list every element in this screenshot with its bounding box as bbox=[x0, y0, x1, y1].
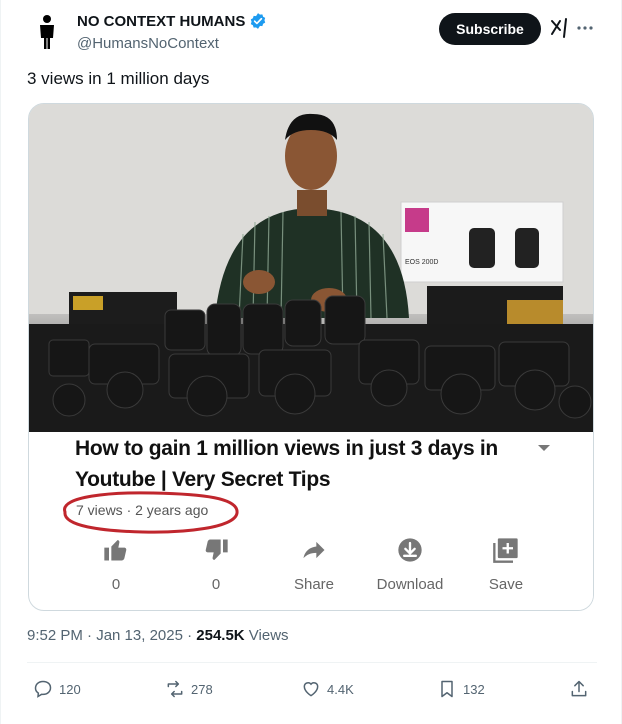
like-count: 0 bbox=[111, 576, 121, 593]
share-action: Share bbox=[269, 536, 359, 593]
share-icon bbox=[571, 680, 587, 697]
views-label: Views bbox=[244, 627, 289, 644]
add-to-playlist-icon bbox=[493, 538, 518, 563]
chevron-down-icon bbox=[538, 445, 550, 451]
camera-box: EOS 200D bbox=[400, 201, 564, 283]
author-handle[interactable]: @HumansNoContext bbox=[77, 35, 219, 52]
bookmark-icon bbox=[441, 680, 453, 698]
grok-icon[interactable] bbox=[549, 17, 571, 39]
repost-icon bbox=[167, 680, 183, 698]
repost-button[interactable]: 278 bbox=[165, 677, 213, 701]
author-name[interactable]: NO CONTEXT HUMANS bbox=[77, 12, 267, 30]
bookmark-button[interactable]: 132 bbox=[437, 677, 485, 701]
reply-icon bbox=[34, 680, 52, 698]
tweet-text: 3 views in 1 million days bbox=[27, 69, 210, 88]
dislike-count: 0 bbox=[211, 576, 221, 593]
reply-button[interactable]: 120 bbox=[33, 677, 81, 701]
share-arrow-icon bbox=[303, 541, 325, 559]
more-options-icon[interactable] bbox=[575, 18, 595, 38]
like-button[interactable]: 4.4K bbox=[301, 677, 354, 701]
youtube-actions: 0 0 Share Download Save bbox=[71, 536, 591, 596]
reply-count: 120 bbox=[59, 681, 81, 697]
like-count-tweet: 4.4K bbox=[327, 681, 354, 697]
youtube-view-count: 7 views · 2 years ago bbox=[76, 502, 209, 518]
like-action: 0 bbox=[71, 536, 161, 593]
video-thumbnail: EOS 200D bbox=[29, 104, 593, 432]
share-button[interactable] bbox=[569, 677, 589, 701]
download-action: Download bbox=[365, 536, 455, 593]
share-label: Share bbox=[293, 576, 335, 593]
tweet-time: 9:52 PM · Jan 13, 2025 · bbox=[27, 627, 197, 644]
divider bbox=[27, 662, 597, 663]
download-icon bbox=[398, 538, 422, 562]
dislike-action: 0 bbox=[171, 536, 261, 593]
view-count: 254.5K bbox=[196, 627, 245, 644]
save-label: Save bbox=[488, 576, 524, 593]
repost-count: 278 bbox=[191, 681, 213, 697]
subscribe-button[interactable]: Subscribe bbox=[439, 13, 541, 45]
thumbs-up-icon bbox=[104, 540, 127, 561]
author-name-text: NO CONTEXT HUMANS bbox=[77, 12, 246, 30]
youtube-title-line-1: How to gain 1 million views in just 3 da… bbox=[75, 437, 498, 460]
heart-icon bbox=[303, 682, 319, 697]
verified-badge-icon bbox=[251, 13, 266, 29]
camera-box-text: EOS 200D bbox=[405, 259, 438, 266]
bookmark-count: 132 bbox=[463, 681, 485, 697]
youtube-video-title: How to gain 1 million views in just 3 da… bbox=[75, 433, 545, 495]
tweet-timestamp[interactable]: 9:52 PM · Jan 13, 2025 · 254.5K Views bbox=[27, 627, 289, 644]
save-action: Save bbox=[461, 536, 551, 593]
download-label: Download bbox=[376, 576, 444, 593]
avatar[interactable] bbox=[27, 12, 67, 52]
thumbs-down-icon bbox=[205, 539, 228, 560]
tweet: NO CONTEXT HUMANS @HumansNoContext Subsc… bbox=[0, 0, 622, 724]
